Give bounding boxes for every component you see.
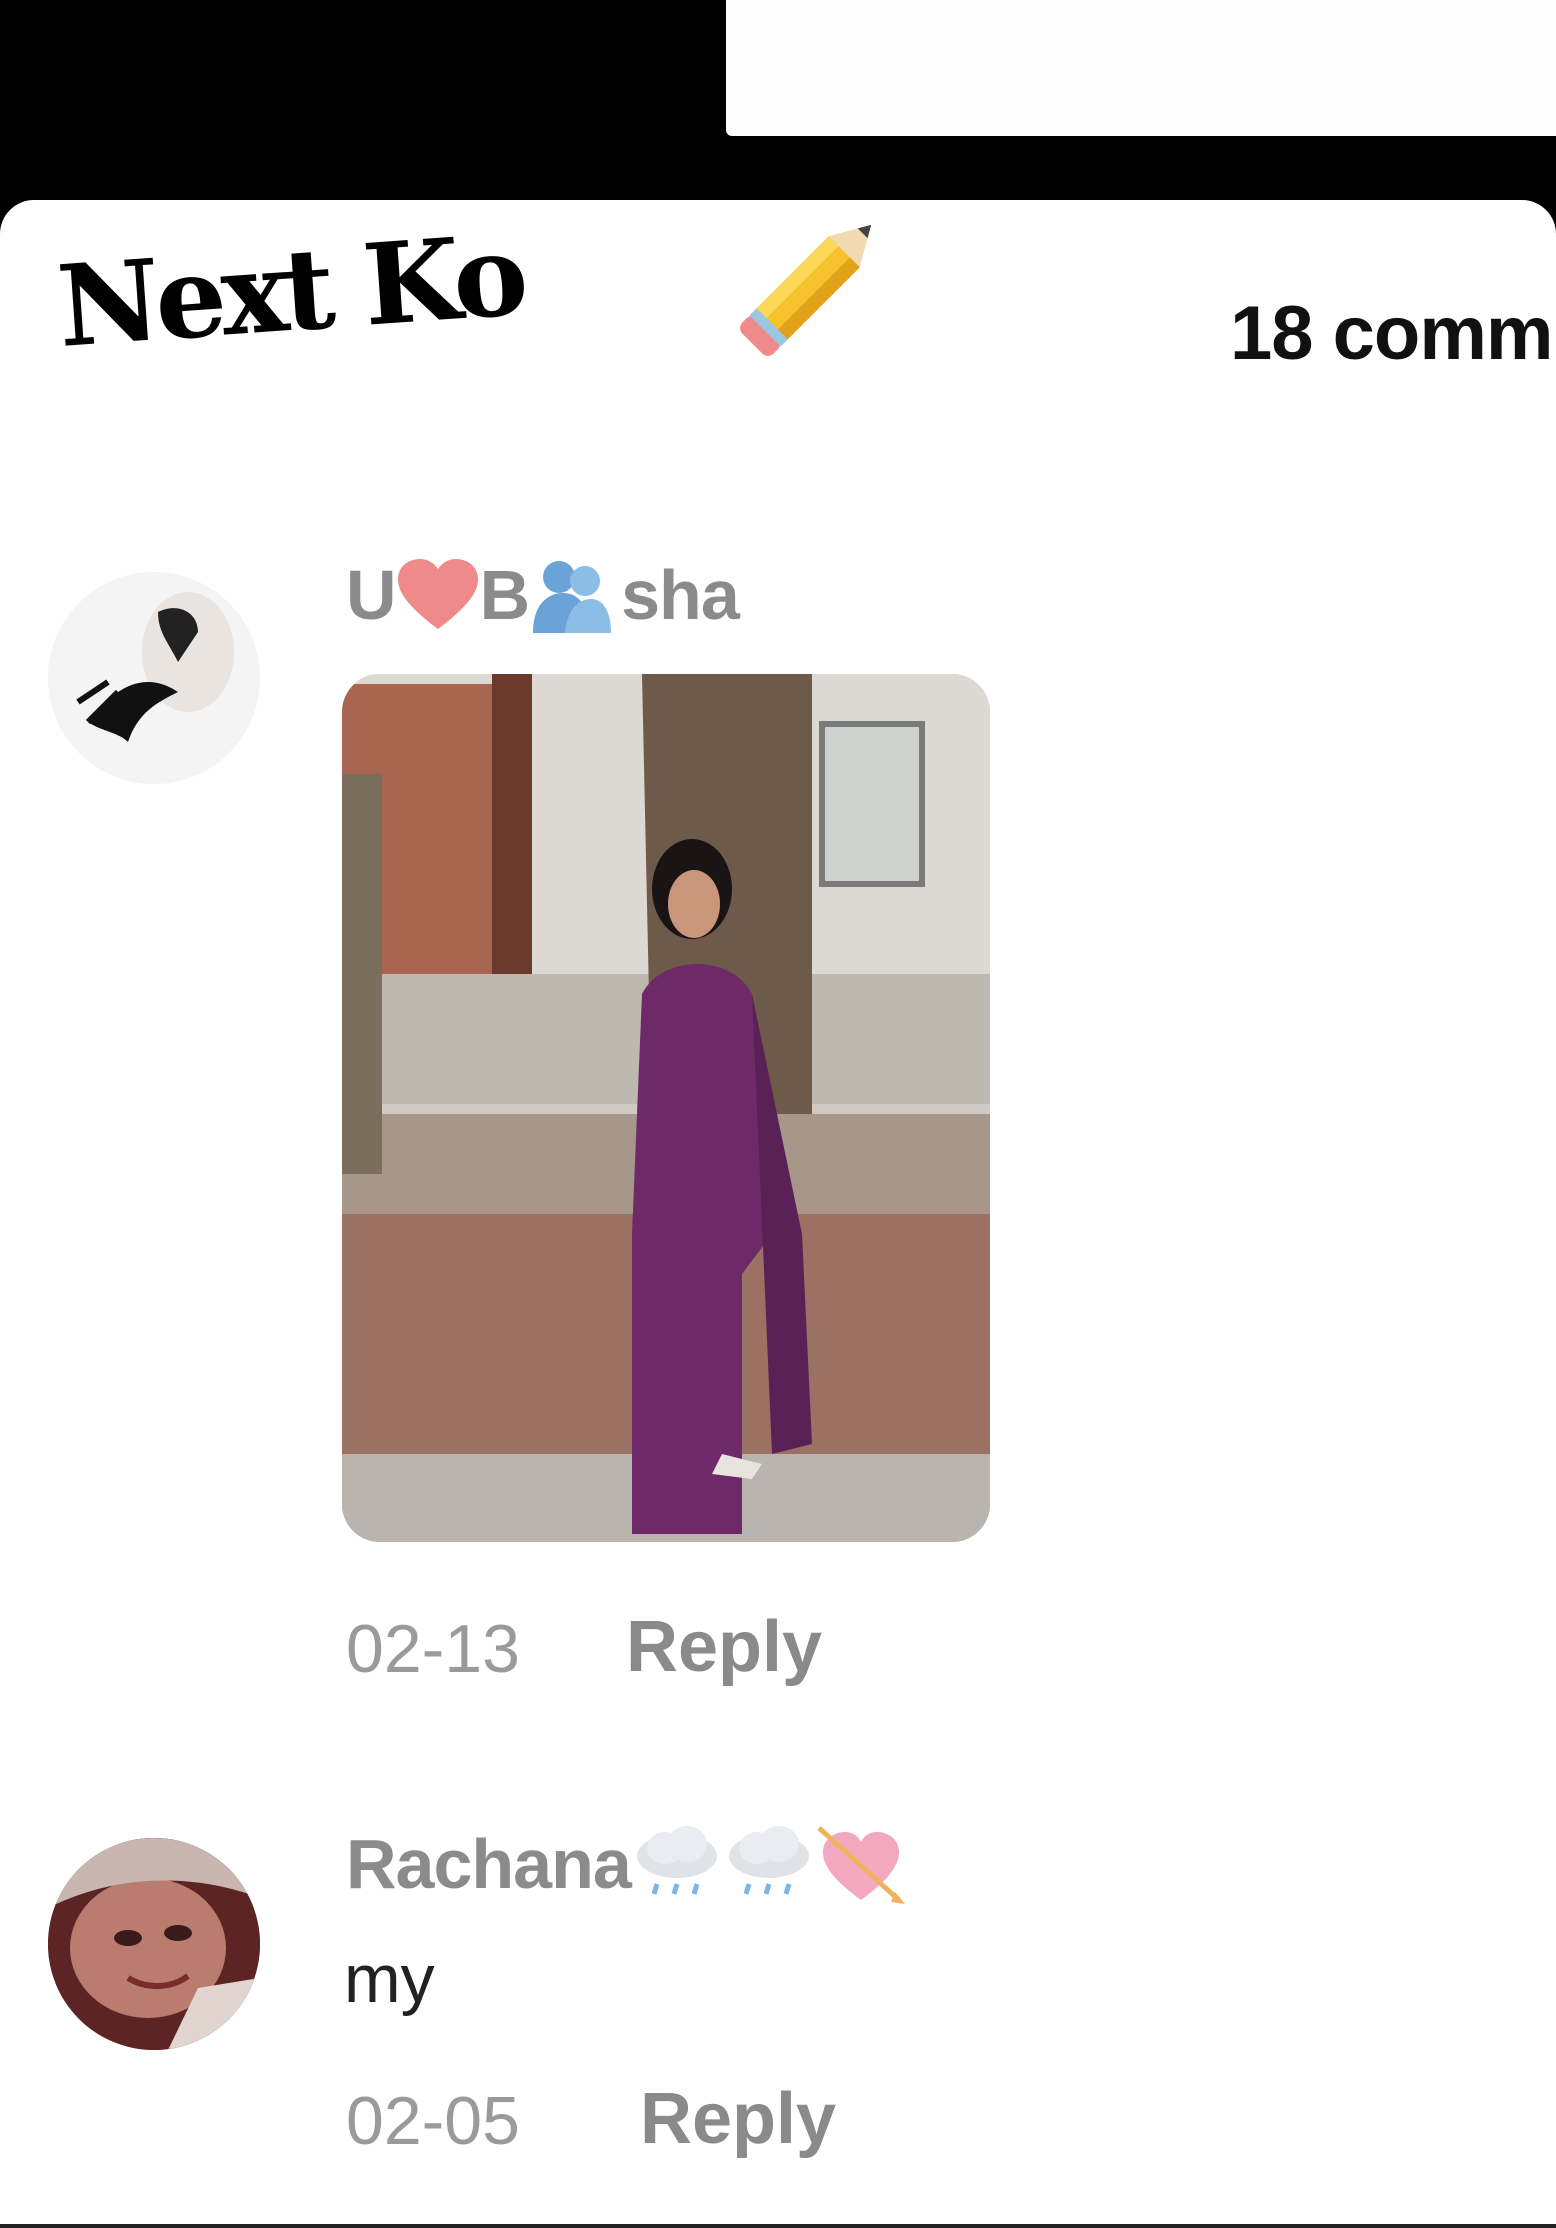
comment-photo[interactable] bbox=[342, 674, 990, 1542]
reply-button[interactable]: Reply bbox=[626, 1606, 822, 1688]
heart-emoji bbox=[397, 559, 478, 629]
username-text: Rachana bbox=[346, 1825, 632, 1903]
heart-arrow-emoji bbox=[817, 1826, 905, 1904]
bottom-divider bbox=[0, 2224, 1556, 2228]
comment-date: 02-13 bbox=[346, 1611, 520, 1687]
people-hugging-emoji bbox=[533, 561, 612, 633]
reply-button[interactable]: Reply bbox=[640, 2078, 836, 2160]
username-part: sha bbox=[621, 556, 740, 634]
username-part: B bbox=[479, 556, 531, 634]
avatar[interactable] bbox=[48, 572, 260, 784]
comment-username[interactable]: U B sha bbox=[346, 555, 740, 635]
username-part: U bbox=[346, 556, 397, 634]
comment-date: 02-05 bbox=[346, 2083, 520, 2159]
overlay-title: Next Ko bbox=[53, 209, 528, 373]
top-overlay-box bbox=[726, 0, 1556, 136]
comment-text: my bbox=[344, 1941, 435, 2017]
comment-count: 18 comm bbox=[1230, 291, 1553, 376]
avatar[interactable] bbox=[48, 1838, 260, 2050]
cloud-rain-emoji bbox=[728, 1826, 809, 1895]
comment-username[interactable]: Rachana bbox=[346, 1822, 907, 1906]
pencil-icon bbox=[740, 224, 872, 356]
cloud-rain-emoji bbox=[636, 1826, 717, 1895]
